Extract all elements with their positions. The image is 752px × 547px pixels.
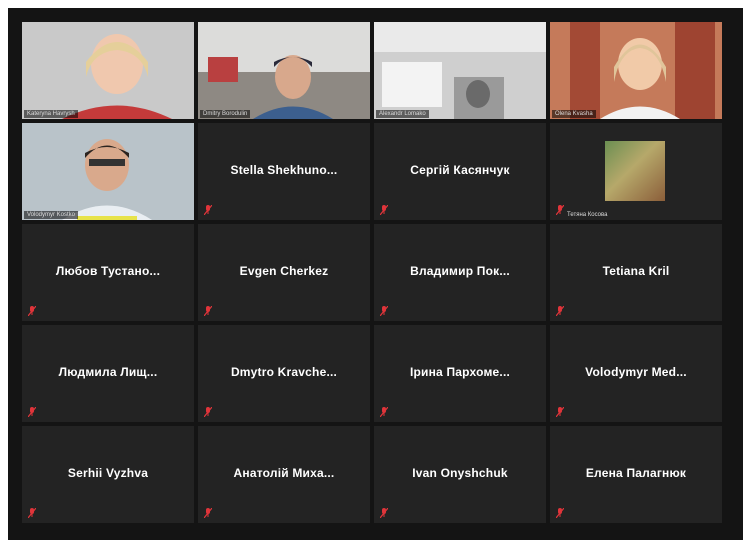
participant-tile[interactable]: Serhii Vyzhva [22, 426, 194, 523]
mic-muted-icon [556, 205, 564, 215]
participant-name: Ivan Onyshchuk [412, 466, 508, 480]
participant-tile[interactable]: Alexandr Lomako [374, 22, 546, 119]
participant-name: Владимир Пок... [410, 264, 510, 278]
participant-name: Volodymyr Med... [585, 365, 687, 379]
participant-name: Tetiana Kril [602, 264, 670, 278]
participant-video [22, 22, 194, 119]
mic-muted-icon [204, 205, 212, 215]
participant-name: Сергій Касянчук [410, 163, 510, 177]
participant-tile[interactable]: Ірина Пархоме... [374, 325, 546, 422]
participant-tile[interactable]: Tetiana Kril [550, 224, 722, 321]
participant-tile[interactable]: Людмила Лищ... [22, 325, 194, 422]
participant-name: Анатолій Миха... [233, 466, 335, 480]
participant-name: Alexandr Lomako [376, 110, 429, 118]
participant-tile[interactable]: Evgen Cherkez [198, 224, 370, 321]
mic-muted-icon [380, 407, 388, 417]
participant-video [198, 22, 370, 119]
participant-tile[interactable]: Dmitry Borodulin [198, 22, 370, 119]
mic-muted-icon [380, 205, 388, 215]
participant-name: Людмила Лищ... [58, 365, 158, 379]
participant-name: Stella Shekhuno... [230, 163, 338, 177]
participant-name: Dmitry Borodulin [200, 110, 251, 118]
participant-tile[interactable]: Ivan Onyshchuk [374, 426, 546, 523]
participant-profile-picture [605, 141, 665, 201]
mic-muted-icon [380, 508, 388, 518]
mic-muted-icon [204, 407, 212, 417]
participant-video [22, 123, 194, 220]
participant-tile[interactable]: Volodymyr Med... [550, 325, 722, 422]
participant-tile-active-speaker[interactable]: Olena Kvasha [550, 22, 722, 119]
participant-tile[interactable]: Владимир Пок... [374, 224, 546, 321]
participant-name: Olena Kvasha [552, 110, 596, 118]
participant-tile[interactable]: Kateryna Havrysh [22, 22, 194, 119]
mic-muted-icon [556, 508, 564, 518]
meeting-window: Kateryna Havrysh Dmitry Borodulin Alexan… [8, 8, 743, 540]
participant-video [550, 22, 722, 119]
mic-muted-icon [28, 306, 36, 316]
mic-muted-icon [380, 306, 388, 316]
participant-name: Evgen Cherkez [239, 264, 329, 278]
participant-name: Dmytro Kravche... [230, 365, 338, 379]
mic-muted-icon [28, 508, 36, 518]
mic-muted-icon [556, 407, 564, 417]
gallery-view-grid: Kateryna Havrysh Dmitry Borodulin Alexan… [22, 22, 722, 523]
participant-tile[interactable]: Dmytro Kravche... [198, 325, 370, 422]
mic-muted-icon [556, 306, 564, 316]
participant-tile[interactable]: Volodymyr Kostko [22, 123, 194, 220]
participant-tile[interactable]: Любов Тустано... [22, 224, 194, 321]
participant-tile[interactable]: Сергій Касянчук [374, 123, 546, 220]
participant-name: Serhii Vyzhva [67, 466, 149, 480]
participant-name: Елена Палагнюк [585, 466, 687, 480]
participant-name: Любов Тустано... [55, 264, 161, 278]
mic-muted-icon [204, 508, 212, 518]
mic-muted-icon [204, 306, 212, 316]
participant-tile[interactable]: Тетяна Косова [550, 123, 722, 220]
mic-muted-icon [28, 407, 36, 417]
participant-tile[interactable]: Елена Палагнюк [550, 426, 722, 523]
participant-tile[interactable]: Stella Shekhuno... [198, 123, 370, 220]
participant-video [374, 22, 546, 119]
participant-name: Тетяна Косова [567, 212, 608, 218]
participant-name: Volodymyr Kostko [24, 211, 79, 219]
participant-name: Kateryna Havrysh [24, 110, 78, 118]
participant-name: Ірина Пархоме... [409, 365, 511, 379]
participant-tile[interactable]: Анатолій Миха... [198, 426, 370, 523]
